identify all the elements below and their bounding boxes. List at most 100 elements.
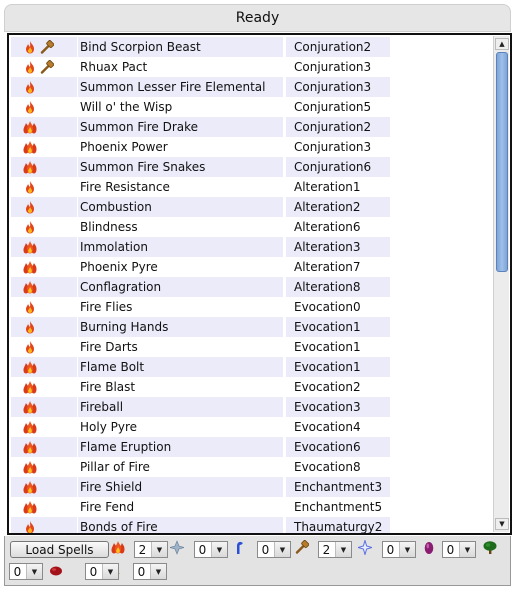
fire-icon <box>23 460 37 474</box>
spell-name: Fire Fend <box>80 500 135 514</box>
path-icons-cell <box>11 177 77 197</box>
fire-icon <box>23 220 37 234</box>
table-row[interactable]: Summon Fire Drake Conjuration2 <box>11 117 496 137</box>
fire-icon <box>23 280 37 294</box>
scroll-up-button[interactable]: ▲ <box>495 38 509 50</box>
table-row[interactable]: Conflagration Alteration8 <box>11 277 496 297</box>
table-row[interactable]: Combustion Alteration2 <box>11 197 496 217</box>
fire-icon <box>111 540 125 555</box>
hammer-icon <box>40 40 55 54</box>
spell-school: Conjuration2 <box>286 37 390 57</box>
table-row[interactable]: Holy Pyre Evocation4 <box>11 417 496 437</box>
spell-name: Fire Resistance <box>80 180 170 194</box>
spell-school: Evocation4 <box>294 420 361 434</box>
table-row[interactable]: Rhuax Pact Conjuration3 <box>11 57 496 77</box>
spell-name: Summon Fire Snakes <box>78 157 283 177</box>
scroll-down-button[interactable]: ▼ <box>495 518 509 530</box>
air-icon <box>168 540 186 555</box>
spell-school: Evocation3 <box>286 397 390 417</box>
table-row[interactable]: Burning Hands Evocation1 <box>11 317 496 337</box>
table-row[interactable]: Summon Fire Snakes Conjuration6 <box>11 157 496 177</box>
earth-level-select[interactable]: 2 ▼ <box>318 541 352 558</box>
holy-level-select[interactable]: 0 ▼ <box>133 563 167 580</box>
path-icons-cell <box>11 137 77 157</box>
spell-school: Alteration6 <box>294 220 361 234</box>
table-row[interactable]: Phoenix Power Conjuration3 <box>11 137 496 157</box>
table-row[interactable]: Fire Darts Evocation1 <box>11 337 496 357</box>
chevron-down-icon[interactable]: ▼ <box>102 564 118 579</box>
fire-icon <box>23 320 37 334</box>
chevron-down-icon[interactable]: ▼ <box>459 542 475 557</box>
spell-school: Evocation1 <box>286 357 390 377</box>
table-row[interactable]: Fire Resistance Alteration1 <box>11 177 496 197</box>
fire-icon <box>23 360 37 374</box>
spell-name: Holy Pyre <box>80 420 138 434</box>
chevron-down-icon[interactable]: ▼ <box>151 542 167 557</box>
chevron-down-icon[interactable]: ▼ <box>274 542 290 557</box>
table-row[interactable]: Fire Blast Evocation2 <box>11 377 496 397</box>
table-row[interactable]: Will o' the Wisp Conjuration5 <box>11 97 496 117</box>
select-value: 0 <box>261 542 270 557</box>
path-icons-cell <box>11 77 77 97</box>
spell-list[interactable]: Bind Scorpion Beast Conjuration2 Rhuax Pac… <box>7 33 512 535</box>
spell-school: Evocation1 <box>286 317 390 337</box>
spell-school: Enchantment5 <box>294 500 383 514</box>
filter-toolbar: Load Spells 2 ▼ 0 ▼ 0 ▼ 2 ▼ 0 ▼ 0 ▼ 0 ▼ 0 ▼ 0 ▼ <box>4 536 511 586</box>
astral-level-select[interactable]: 0 ▼ <box>382 541 416 558</box>
path-icons-cell <box>11 57 77 77</box>
fire-icon <box>23 120 37 134</box>
table-row[interactable]: Pillar of Fire Evocation8 <box>11 457 496 477</box>
table-row[interactable]: Flame Eruption Evocation6 <box>11 437 496 457</box>
path-icons-cell <box>11 237 77 257</box>
table-row[interactable]: Phoenix Pyre Alteration7 <box>11 257 496 277</box>
select-value: 0 <box>137 564 146 579</box>
path-icons-cell <box>11 437 77 457</box>
fire-level-select[interactable]: 2 ▼ <box>134 541 168 558</box>
table-row[interactable]: Bind Scorpion Beast Conjuration2 <box>11 37 496 57</box>
chevron-down-icon[interactable]: ▼ <box>399 542 415 557</box>
fire-icon <box>23 140 37 154</box>
air-level-select[interactable]: 0 ▼ <box>194 541 228 558</box>
vertical-scrollbar[interactable]: ▲ ▼ <box>493 36 509 532</box>
chevron-down-icon[interactable]: ▼ <box>26 564 42 579</box>
table-row[interactable]: Fire Shield Enchantment3 <box>11 477 496 497</box>
fire-icon <box>23 440 37 454</box>
spell-name: Combustion <box>78 197 283 217</box>
path-icons-cell <box>11 457 77 477</box>
fire-icon <box>23 480 37 494</box>
nature-level-select[interactable]: 0 ▼ <box>9 563 43 580</box>
path-icons-cell <box>11 97 77 117</box>
table-row[interactable]: Summon Lesser Fire Elemental Conjuration3 <box>11 77 496 97</box>
death-level-select[interactable]: 0 ▼ <box>442 541 476 558</box>
table-row[interactable]: Blindness Alteration6 <box>11 217 496 237</box>
water-level-select[interactable]: 0 ▼ <box>257 541 291 558</box>
fire-icon <box>23 500 37 514</box>
table-row[interactable]: Fire Flies Evocation0 <box>11 297 496 317</box>
fire-icon <box>23 420 37 434</box>
path-icons-cell <box>11 357 77 377</box>
spell-name: Fire Flies <box>80 300 133 314</box>
select-value: 0 <box>13 564 22 579</box>
chevron-down-icon[interactable]: ▼ <box>335 542 351 557</box>
path-icons-cell <box>11 117 77 137</box>
spell-school: Conjuration3 <box>286 77 390 97</box>
spell-school: Evocation2 <box>294 380 361 394</box>
spell-name: Flame Eruption <box>78 437 283 457</box>
water-icon <box>233 540 247 555</box>
load-spells-button[interactable]: Load Spells <box>10 541 109 558</box>
table-row[interactable]: Fire Fend Enchantment5 <box>11 497 496 517</box>
fire-icon <box>23 60 37 74</box>
select-value: 0 <box>386 542 395 557</box>
blood-level-select[interactable]: 0 ▼ <box>85 563 119 580</box>
path-icons-cell <box>11 517 77 533</box>
scroll-thumb[interactable] <box>496 52 508 272</box>
chevron-down-icon[interactable]: ▼ <box>150 564 166 579</box>
table-row[interactable]: Fireball Evocation3 <box>11 397 496 417</box>
fire-icon <box>23 300 37 314</box>
table-row[interactable]: Flame Bolt Evocation1 <box>11 357 496 377</box>
spell-name: Phoenix Power <box>80 140 168 154</box>
chevron-down-icon[interactable]: ▼ <box>211 542 227 557</box>
table-row[interactable]: Immolation Alteration3 <box>11 237 496 257</box>
table-row[interactable]: Bonds of Fire Thaumaturgy2 <box>11 517 496 533</box>
fire-icon <box>23 100 37 114</box>
